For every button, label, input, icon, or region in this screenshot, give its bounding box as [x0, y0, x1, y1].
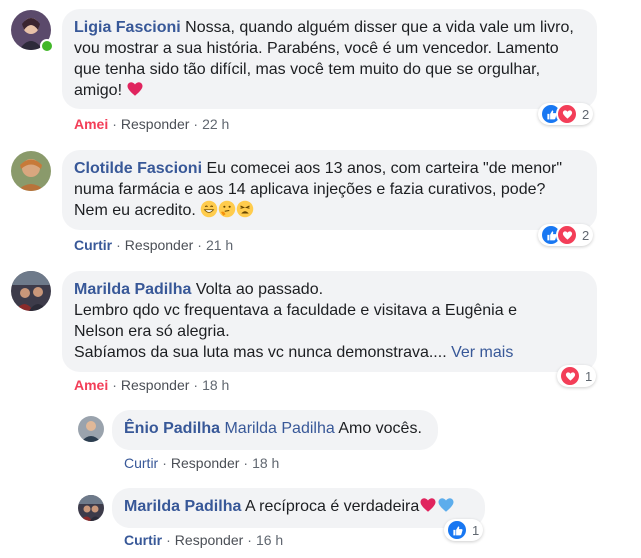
- red-heart-emoji-icon: [126, 80, 144, 98]
- comment-bubble: Ênio Padilha Marilda Padilha Amo vocês.: [112, 410, 438, 450]
- comment-timestamp[interactable]: 22 h: [202, 116, 229, 132]
- reaction-summary[interactable]: 2: [538, 224, 594, 246]
- reaction-summary[interactable]: 2: [538, 103, 594, 125]
- love-reaction-icon: [556, 103, 578, 125]
- comment-bubble: Marilda Padilha Volta ao passado. Lembro…: [62, 271, 597, 372]
- comment-actions: Amei · Responder · 18 h: [74, 377, 230, 393]
- love-reaction-icon: [556, 224, 578, 246]
- comment-text-line: Sabíamos da sua luta mas vc nunca demons…: [74, 344, 447, 361]
- comment-author[interactable]: Marilda Padilha: [124, 498, 241, 515]
- like-button[interactable]: Curtir: [74, 237, 112, 253]
- reply-button[interactable]: Responder: [175, 532, 244, 548]
- comment-bubble: Clotilde Fascioni Eu comecei aos 13 anos…: [62, 150, 597, 230]
- like-reaction-icon: [446, 519, 468, 541]
- comment-text-line: numa farmácia e aos 14 aplicava injeções…: [74, 181, 546, 198]
- thinking-emoji-icon: [218, 200, 236, 218]
- comment-timestamp[interactable]: 16 h: [256, 532, 283, 548]
- comment-actions: Amei · Responder · 22 h: [74, 116, 230, 132]
- comment-text-line: Nelson era só alegria.: [74, 323, 230, 340]
- comment-bubble: Marilda Padilha A recíproca é verdadeira: [112, 488, 485, 528]
- mention-link[interactable]: Marilda Padilha: [224, 420, 334, 437]
- comment-text-line: que tenha sido tão difícil, mas você tem…: [74, 61, 541, 78]
- comment-text-line: Nem eu acredito.: [74, 202, 196, 219]
- comment-author[interactable]: Marilda Padilha: [74, 281, 191, 298]
- like-button[interactable]: Curtir: [124, 532, 162, 548]
- react-button[interactable]: Amei: [74, 377, 108, 393]
- comment-actions: Curtir · Responder · 16 h: [124, 532, 284, 548]
- comment-actions: Curtir · Responder · 18 h: [124, 455, 280, 471]
- reply-button[interactable]: Responder: [125, 237, 194, 253]
- red-heart-emoji-icon: [419, 496, 437, 514]
- avatar[interactable]: [78, 416, 104, 442]
- avatar[interactable]: [11, 151, 51, 191]
- reply-button[interactable]: Responder: [171, 455, 240, 471]
- comment-timestamp[interactable]: 18 h: [202, 377, 229, 393]
- reply-button[interactable]: Responder: [121, 377, 190, 393]
- comment-author[interactable]: Ênio Padilha: [124, 420, 220, 437]
- comment-text-line: Lembro qdo vc frequentava a faculdade e …: [74, 302, 517, 319]
- comment-text-line: Eu comecei aos 13 anos, com carteira "de…: [206, 160, 562, 177]
- reaction-count: 2: [582, 227, 590, 243]
- comment-author[interactable]: Ligia Fascioni: [74, 19, 181, 36]
- comment-text-line: vou mostrar a sua história. Parabéns, vo…: [74, 40, 559, 57]
- see-more-link[interactable]: Ver mais: [451, 344, 513, 361]
- comment-text-line: amigo!: [74, 82, 123, 99]
- react-button[interactable]: Amei: [74, 116, 108, 132]
- avatar[interactable]: [11, 271, 51, 311]
- reaction-count: 2: [582, 106, 590, 122]
- love-reaction-icon: [559, 365, 581, 387]
- online-status-indicator: [40, 39, 54, 53]
- comment-actions: Curtir · Responder · 21 h: [74, 237, 234, 253]
- like-button[interactable]: Curtir: [124, 455, 158, 471]
- reaction-count: 1: [585, 368, 593, 384]
- comment-text: Amo vocês.: [338, 420, 422, 437]
- comment-timestamp[interactable]: 18 h: [252, 455, 279, 471]
- comment-text-line: Nossa, quando alguém disser que a vida v…: [185, 19, 574, 36]
- comment-author[interactable]: Clotilde Fascioni: [74, 160, 202, 177]
- tired-face-emoji-icon: [236, 200, 254, 218]
- avatar[interactable]: [78, 495, 104, 521]
- blue-heart-emoji-icon: [437, 496, 455, 514]
- comment-text: A recíproca é verdadeira: [244, 498, 420, 515]
- reaction-count: 1: [472, 522, 480, 538]
- comment-bubble: Ligia Fascioni Nossa, quando alguém diss…: [62, 9, 597, 109]
- grinning-emoji-icon: [200, 200, 218, 218]
- comment-text-line: Volta ao passado.: [195, 281, 324, 298]
- reaction-summary[interactable]: 1: [557, 365, 597, 387]
- reply-button[interactable]: Responder: [121, 116, 190, 132]
- comment-timestamp[interactable]: 21 h: [206, 237, 233, 253]
- reaction-summary[interactable]: 1: [444, 519, 484, 541]
